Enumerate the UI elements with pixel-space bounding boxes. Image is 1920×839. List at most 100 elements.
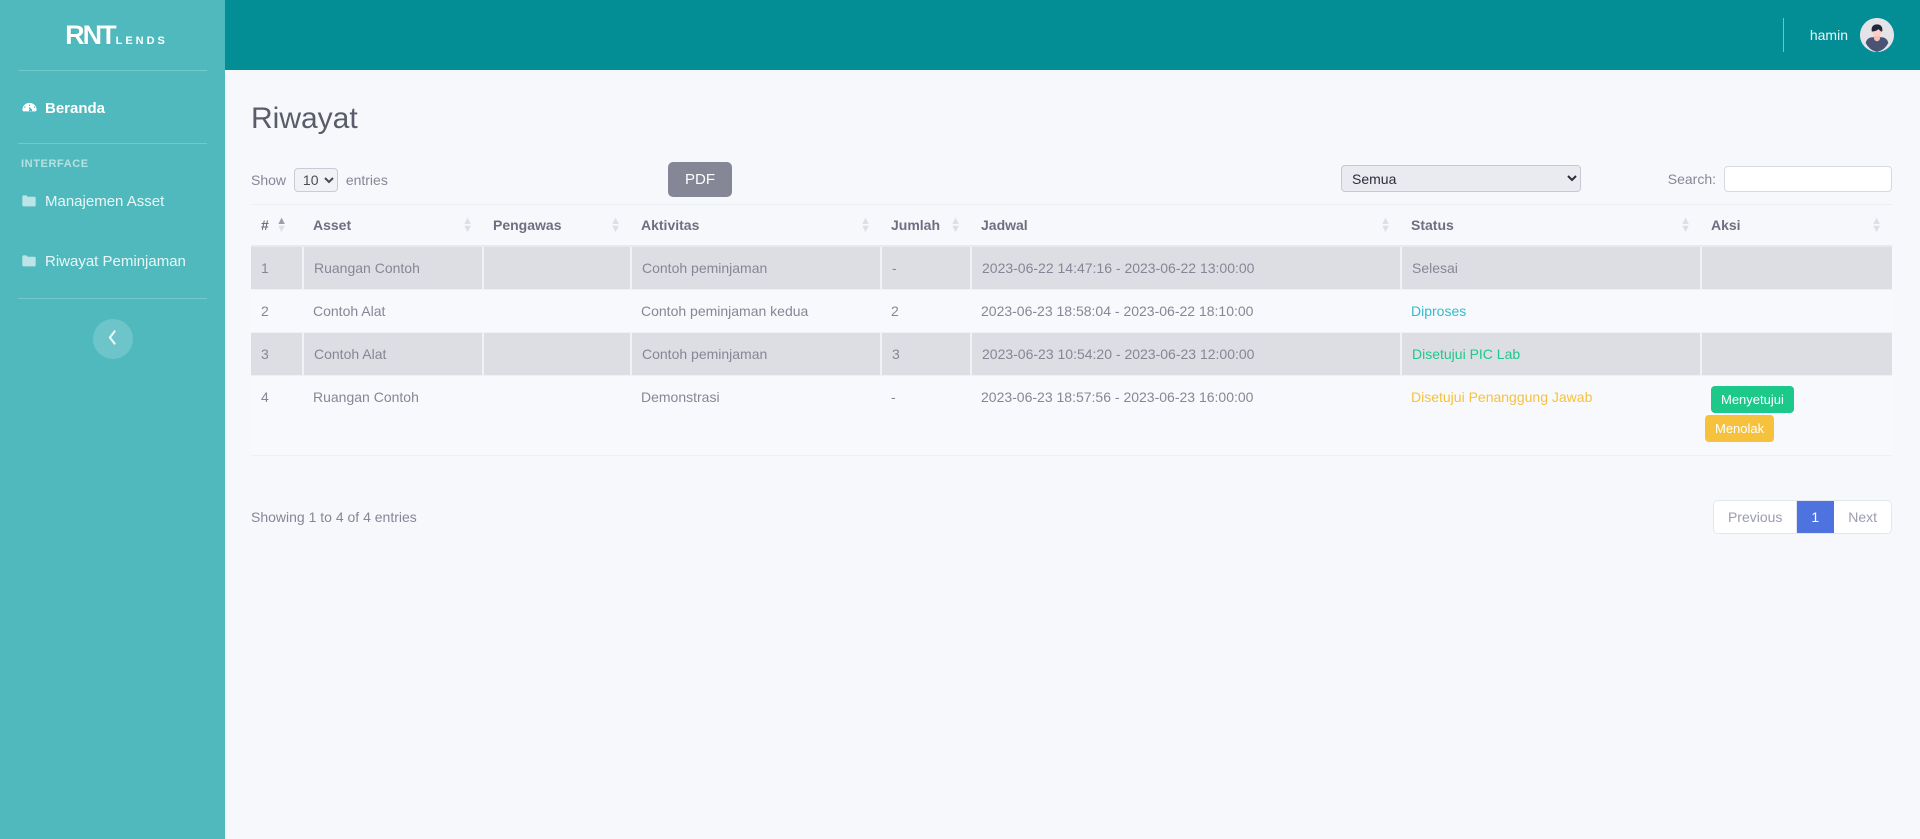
cell-aksi: [1701, 333, 1892, 376]
cell-jumlah: 2: [881, 289, 971, 333]
column-label: Jadwal: [981, 217, 1028, 233]
topbar-divider: [1782, 18, 1784, 52]
riwayat-table: # ▲ ▼ Asset ▲ ▼ Pengawas ▲ ▼ Aktivitas ▲…: [251, 204, 1892, 456]
cell-jadwal: 2023-06-23 10:54:20 - 2023-06-23 12:00:0…: [971, 332, 1402, 376]
sidebar-item-label: Manajemen Asset: [45, 192, 165, 210]
sort-indicator-icon: ▲ ▼: [1680, 215, 1691, 235]
column-label: Status: [1411, 217, 1454, 233]
cell-status: Disetujui Penanggung Jawab: [1401, 375, 1701, 456]
cell-pengawas: [483, 246, 632, 290]
sidebar-collapse-wrap: [0, 299, 225, 359]
cell-jadwal: 2023-06-23 18:58:04 - 2023-06-22 18:10:0…: [971, 289, 1401, 333]
brand-suffix: LENDS: [115, 34, 168, 47]
cell-aktivitas: Demonstrasi: [631, 375, 881, 456]
folder-icon: [21, 254, 45, 268]
pdf-export-button[interactable]: PDF: [668, 162, 732, 197]
entries-per-page-select[interactable]: 10: [293, 168, 338, 192]
folder-icon: [21, 194, 45, 208]
topbar: hamin: [225, 0, 1920, 70]
column-header-aktivitas[interactable]: Aktivitas ▲ ▼: [631, 204, 881, 247]
table-row[interactable]: 1 Ruangan Contoh Contoh peminjaman -2023-06…: [251, 246, 1892, 290]
approve-button[interactable]: Menyetujui: [1711, 386, 1794, 413]
status-badge: Disetujui Penanggung Jawab: [1411, 389, 1593, 405]
search-area: Search:: [1668, 166, 1892, 192]
column-label: #: [261, 217, 269, 233]
cell-asset: Ruangan Contoh: [303, 246, 484, 290]
column-label: Pengawas: [493, 217, 562, 233]
length-prefix: Show: [251, 172, 287, 188]
main-content: Riwayat Show 10 entries PDF Semua Search…: [225, 70, 1920, 839]
sidebar-item-beranda[interactable]: Beranda: [0, 85, 225, 131]
sort-indicator-icon: ▲ ▼: [462, 215, 473, 235]
brand-mark: RNT: [65, 19, 116, 50]
sidebar-collapse-button[interactable]: [92, 319, 133, 359]
cell-asset: Ruangan Contoh: [303, 375, 483, 456]
cell-num: 3: [251, 332, 304, 376]
user-name: hamin: [1809, 27, 1848, 43]
table-info: Showing 1 to 4 of 4 entries: [251, 509, 417, 525]
table-controls: Show 10 entries PDF Semua Search:: [251, 158, 1892, 204]
search-label: Search:: [1667, 171, 1716, 187]
table-footer: Showing 1 to 4 of 4 entries Previous 1 N…: [251, 500, 1892, 534]
cell-num: 1: [251, 246, 304, 290]
column-label: Aktivitas: [641, 217, 700, 233]
column-header-status[interactable]: Status ▲ ▼: [1401, 204, 1701, 247]
table-body: 1 Ruangan Contoh Contoh peminjaman -2023-06…: [251, 246, 1892, 456]
cell-aktivitas: Contoh peminjaman kedua: [631, 289, 881, 333]
chevron-left-icon: [108, 330, 117, 348]
cell-aksi: [1701, 246, 1892, 290]
cell-aktivitas: Contoh peminjaman: [631, 246, 882, 290]
status-filter-select[interactable]: Semua: [1341, 165, 1581, 192]
table-header-row: # ▲ ▼ Asset ▲ ▼ Pengawas ▲ ▼ Aktivitas ▲…: [251, 204, 1892, 247]
table-row[interactable]: 4 Ruangan Contoh Demonstrasi -2023-06-23 18…: [251, 375, 1892, 456]
sidebar-item-riwayat-peminjaman[interactable]: Riwayat Peminjaman: [0, 238, 225, 284]
cell-aktivitas: Contoh peminjaman: [631, 332, 882, 376]
brand-logo[interactable]: RNT LENDS: [0, 0, 225, 70]
column-header-num[interactable]: # ▲ ▼: [251, 204, 303, 247]
table-row[interactable]: 2 Contoh Alat Contoh peminjaman kedua 2 2023…: [251, 289, 1892, 333]
column-header-asset[interactable]: Asset ▲ ▼: [303, 204, 483, 247]
column-header-jumlah[interactable]: Jumlah ▲ ▼: [881, 204, 971, 247]
action-button-group: Menyetujui Menolak: [1705, 386, 1882, 442]
sidebar-section-heading: INTERFACE: [21, 158, 89, 170]
avatar[interactable]: [1860, 18, 1894, 52]
table-row[interactable]: 3 Contoh Alat Contoh peminjaman 3 2023-06-23…: [251, 332, 1892, 376]
length-menu: Show 10 entries: [251, 168, 388, 192]
status-badge: Disetujui PIC Lab: [1412, 346, 1521, 362]
cell-asset: Contoh Alat: [303, 332, 484, 376]
sidebar-item-label: Beranda: [45, 99, 106, 117]
column-header-pengawas[interactable]: Pengawas ▲ ▼: [483, 204, 631, 247]
reject-button[interactable]: Menolak: [1705, 415, 1775, 442]
app-root: RNT LENDS Beranda INTERFACE Manajemen As…: [0, 0, 1920, 839]
sidebar: RNT LENDS Beranda INTERFACE Manajemen As…: [0, 0, 225, 839]
cell-status: Disetujui PIC Lab: [1401, 332, 1702, 376]
cell-status: Selesai: [1401, 246, 1702, 290]
column-header-jadwal[interactable]: Jadwal ▲ ▼: [971, 204, 1401, 247]
column-label: Aksi: [1711, 217, 1741, 233]
pagination: Previous 1 Next: [1712, 500, 1892, 534]
sidebar-item-manajemen-asset[interactable]: Manajemen Asset: [0, 178, 225, 224]
sort-indicator-icon: ▲ ▼: [1871, 215, 1882, 235]
cell-aksi: Menyetujui Menolak: [1701, 375, 1892, 456]
sort-indicator-icon: ▲ ▼: [276, 215, 287, 235]
content-column: hamin Riwayat Show 10 entries PDF Semua …: [225, 0, 1920, 839]
status-badge: Selesai: [1412, 260, 1458, 276]
pagination-page-1[interactable]: 1: [1797, 501, 1835, 533]
column-label: Jumlah: [891, 217, 941, 233]
cell-jumlah: 3: [881, 332, 972, 376]
cell-pengawas: [483, 332, 632, 376]
status-badge: Diproses: [1411, 303, 1467, 319]
column-label: Asset: [313, 217, 352, 233]
sidebar-item-label: Riwayat Peminjaman: [45, 252, 186, 270]
search-input[interactable]: [1724, 166, 1892, 192]
pagination-next[interactable]: Next: [1834, 501, 1891, 533]
cell-pengawas: [483, 375, 631, 456]
pagination-previous[interactable]: Previous: [1713, 501, 1798, 533]
cell-jadwal: 2023-06-22 14:47:16 - 2023-06-22 13:00:0…: [971, 246, 1402, 290]
cell-asset: Contoh Alat: [303, 289, 483, 333]
cell-jumlah: -: [881, 246, 972, 290]
dashboard-icon: [21, 100, 45, 117]
column-header-aksi[interactable]: Aksi ▲ ▼: [1701, 204, 1892, 247]
